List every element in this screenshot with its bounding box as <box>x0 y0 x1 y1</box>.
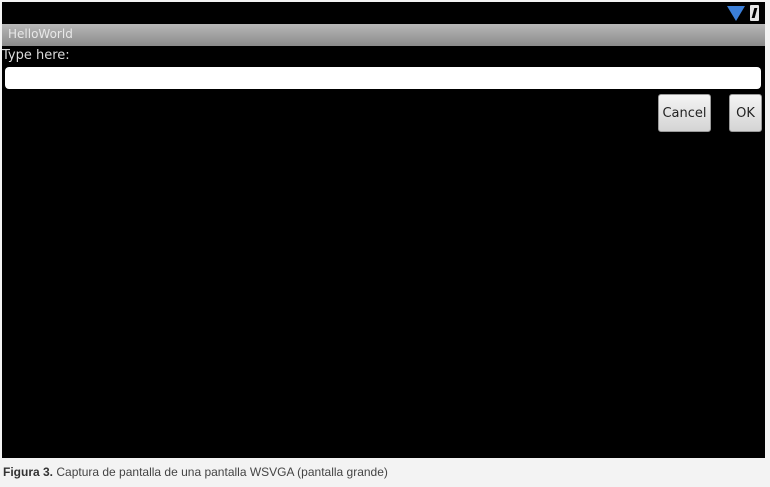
app-title: HelloWorld <box>8 27 73 41</box>
wifi-icon <box>727 6 745 21</box>
caption-label: Figura 3. <box>3 465 54 479</box>
title-bar: HelloWorld <box>2 24 765 46</box>
device-screen: HelloWorld Type here: Cancel OK <box>2 2 765 458</box>
figure: HelloWorld Type here: Cancel OK Figura 3… <box>0 0 770 487</box>
caption-text: Captura de pantalla de una pantalla WSVG… <box>53 465 388 479</box>
battery-icon <box>750 5 759 21</box>
status-bar <box>2 2 765 24</box>
text-input[interactable] <box>5 67 761 89</box>
ok-button[interactable]: OK <box>729 94 762 132</box>
cancel-button[interactable]: Cancel <box>658 94 711 132</box>
prompt-label: Type here: <box>2 48 70 63</box>
figure-caption: Figura 3. Captura de pantalla de una pan… <box>3 465 388 479</box>
